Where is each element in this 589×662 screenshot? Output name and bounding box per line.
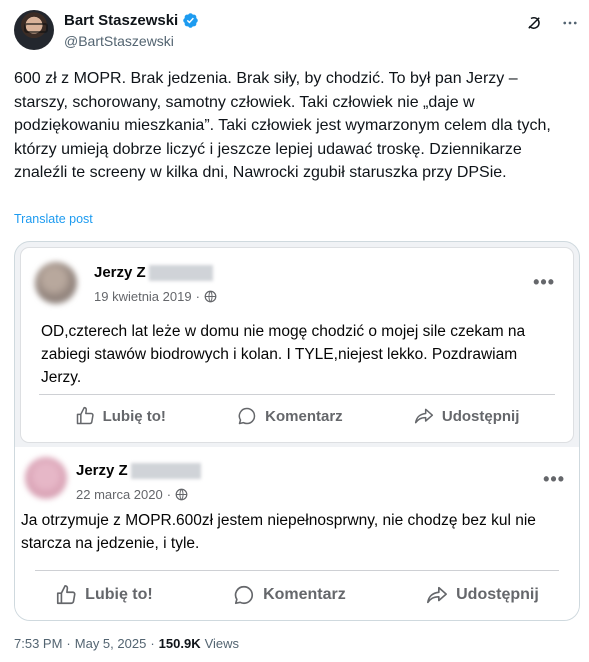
- post-date[interactable]: May 5, 2025: [75, 636, 147, 651]
- fb-like-label: Lubię to!: [102, 407, 166, 425]
- views-label: Views: [204, 636, 240, 651]
- share-arrow-icon: [414, 408, 433, 424]
- tweet-header: Bart Staszewski @BartStaszewski: [14, 10, 579, 54]
- fb-post-body: OD,czterech lat leże w domu nie mogę cho…: [41, 323, 526, 386]
- divider: [39, 394, 555, 395]
- fb-comment-action: Komentarz: [233, 584, 346, 606]
- fb-comment-label: Komentarz: [265, 407, 343, 425]
- fb-post-author: Jerzy Z: [76, 462, 201, 479]
- fb-comment-label: Komentarz: [263, 586, 346, 603]
- views-count: 150.9K: [158, 636, 201, 651]
- fb-post-body: Ja otrzymuje z MOPR.600zł jestem niepełn…: [21, 512, 536, 552]
- facebook-post-card: Jerzy Z 22 marca 2020 · ••• Ja otrzymuje…: [15, 447, 579, 620]
- fb-action-bar: Lubię to! Komentarz Udostępnij: [15, 575, 579, 615]
- author-avatar[interactable]: [14, 10, 54, 50]
- fb-share-label: Udostępnij: [441, 407, 520, 425]
- globe-icon: [175, 488, 188, 501]
- fb-avatar: [35, 262, 77, 304]
- facebook-post-card: Jerzy Z 19 kwietnia 2019 · ••• OD,cztere…: [21, 248, 573, 442]
- fb-post-meta: 22 marca 2020 ·: [76, 487, 188, 502]
- share-arrow-icon: [427, 586, 448, 604]
- fb-share-action: Udostępnij: [426, 584, 539, 606]
- blurred-surname: [130, 462, 201, 479]
- fb-like-action: Lubię to!: [55, 584, 153, 606]
- comment-icon: [238, 407, 256, 425]
- translate-post-link[interactable]: Translate post: [14, 212, 93, 226]
- tweet-footer: 7:53 PM · May 5, 2025 · 150.9K Views: [14, 636, 239, 651]
- fb-author-name: Jerzy Z: [76, 462, 128, 479]
- author-display-name[interactable]: Bart Staszewski: [64, 12, 178, 29]
- thumbs-up-icon: [57, 585, 76, 605]
- separator: ·: [66, 636, 71, 651]
- fb-avatar: [25, 457, 67, 499]
- separator: ·: [150, 636, 155, 651]
- blurred-surname: [148, 264, 213, 281]
- globe-icon: [204, 290, 217, 303]
- fb-share-action: Udostępnij: [414, 406, 520, 426]
- post-time[interactable]: 7:53 PM: [14, 636, 62, 651]
- tweet-text: 600 zł z MOPR. Brak jedzenia. Brak siły,…: [14, 70, 551, 181]
- verified-badge-icon: [183, 13, 198, 28]
- comment-icon: [234, 585, 254, 605]
- fb-more-icon: •••: [543, 469, 565, 489]
- fb-post-meta: 19 kwietnia 2019 ·: [94, 289, 217, 304]
- fb-share-label: Udostępnij: [456, 586, 539, 603]
- fb-action-bar: Lubię to! Komentarz Udostępnij: [39, 398, 555, 434]
- fb-like-action: Lubię to!: [75, 406, 166, 426]
- fb-author-name: Jerzy Z: [94, 264, 146, 281]
- fb-more-icon: •••: [533, 272, 555, 292]
- divider: [35, 570, 559, 571]
- fb-post-author: Jerzy Z: [94, 264, 213, 281]
- fb-like-label: Lubię to!: [85, 586, 153, 603]
- author-handle[interactable]: @BartStaszewski: [64, 33, 174, 49]
- fb-post-date: 19 kwietnia 2019: [94, 289, 192, 304]
- thumbs-up-icon: [76, 406, 94, 425]
- header-actions: [525, 14, 579, 32]
- author-name-row: Bart Staszewski: [64, 12, 199, 29]
- fb-comment-action: Komentarz: [237, 406, 343, 426]
- fb-post-date: 22 marca 2020: [76, 487, 163, 502]
- tweet-media-image[interactable]: Jerzy Z 19 kwietnia 2019 · ••• OD,cztere…: [14, 241, 580, 621]
- more-options-icon[interactable]: [561, 14, 579, 32]
- grok-icon[interactable]: [525, 14, 543, 32]
